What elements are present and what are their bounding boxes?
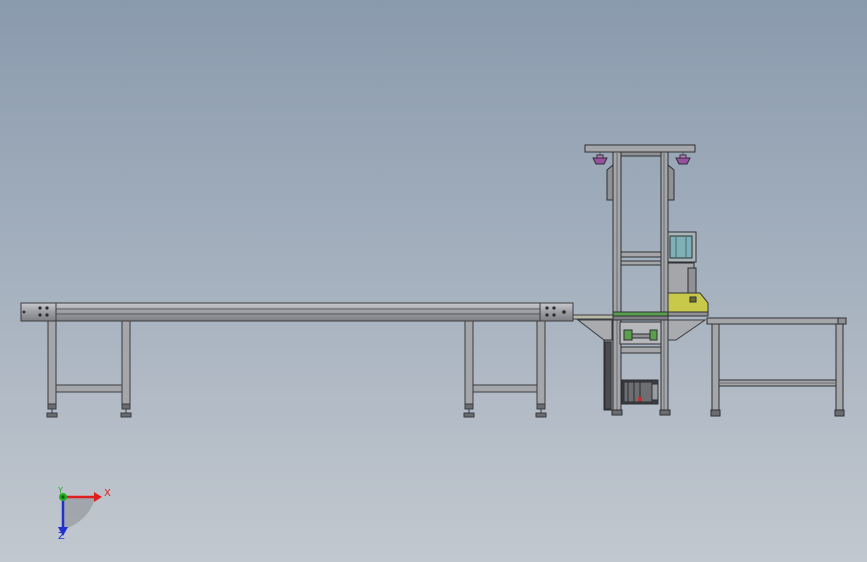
orientation-triad[interactable] [58, 492, 102, 536]
tower-cabinet-dark [604, 341, 612, 410]
tower-bracket-left [606, 163, 614, 201]
x-axis-label: X [104, 488, 111, 499]
tower-belt [612, 311, 669, 317]
tower-crossbar [620, 251, 662, 258]
drive-motor [621, 379, 659, 405]
x-axis-arrowhead [94, 492, 102, 502]
control-panel-screen [669, 235, 693, 259]
output-table[interactable] [706, 317, 847, 417]
conveyor-leg-frame-right [463, 320, 547, 418]
cad-scene[interactable] [0, 0, 867, 562]
tower-bracket-right [667, 163, 675, 201]
cad-viewport[interactable]: X Y Z [0, 0, 867, 562]
conveyor-rail [20, 302, 574, 322]
gripper-left [592, 152, 608, 165]
transfer-plate [572, 314, 614, 320]
tower-top-beam [584, 144, 696, 153]
table-leg-right [835, 323, 844, 411]
gripper-right [675, 152, 691, 165]
y-axis-label: Y [58, 486, 63, 495]
hopper-left [576, 319, 613, 341]
z-axis-label: Z [58, 531, 65, 542]
tower-crossbar [620, 346, 662, 354]
yellow-shroud [667, 292, 709, 313]
triad-shadow [63, 497, 95, 530]
conveyor-leg-frame-left [46, 320, 132, 418]
hopper-right [667, 319, 707, 341]
control-unit[interactable] [667, 231, 709, 317]
tower-crossbar [620, 260, 662, 266]
table-top [706, 317, 847, 325]
belt-conveyor[interactable] [20, 302, 574, 418]
table-leg-left [711, 323, 720, 411]
